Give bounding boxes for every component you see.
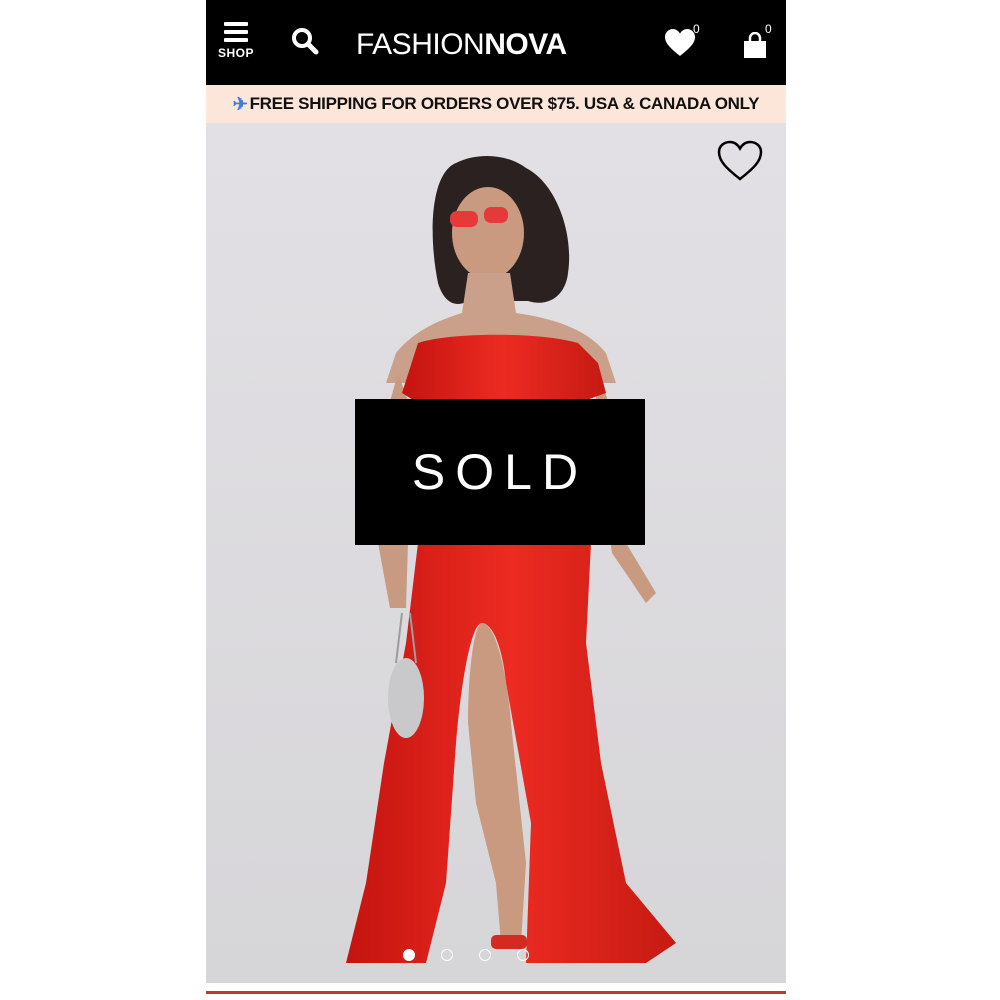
carousel-dot[interactable] xyxy=(479,949,491,961)
airplane-icon: ✈ xyxy=(232,93,248,114)
search-button[interactable] xyxy=(290,26,320,56)
product-image[interactable]: SOLD xyxy=(206,123,786,983)
carousel-dot[interactable] xyxy=(517,949,529,961)
fashion-nova-logo[interactable]: FASHIONNOVA xyxy=(356,27,567,63)
carousel-dot[interactable] xyxy=(441,949,453,961)
hamburger-menu-icon xyxy=(224,22,248,42)
top-navigation-bar: SHOP FASHIONNOVA 0 0 xyxy=(206,0,786,85)
wishlist-button[interactable]: 0 xyxy=(664,22,704,64)
sold-overlay-label: SOLD xyxy=(355,399,645,545)
cart-button[interactable]: 0 xyxy=(741,22,781,64)
logo-text-fashion: FASHION xyxy=(356,28,485,61)
add-to-wishlist-button[interactable] xyxy=(716,139,764,183)
bottom-divider xyxy=(206,991,786,994)
image-carousel-dots xyxy=(206,949,756,961)
shipping-banner-text: FREE SHIPPING FOR ORDERS OVER $75. USA &… xyxy=(249,94,760,113)
cart-count: 0 xyxy=(765,22,772,36)
shop-label: SHOP xyxy=(217,46,254,60)
shop-menu-button[interactable]: SHOP xyxy=(216,18,256,68)
heart-icon xyxy=(665,29,695,56)
shipping-banner[interactable]: ✈ FREE SHIPPING FOR ORDERS OVER $75. USA… xyxy=(206,85,786,123)
carousel-dot[interactable] xyxy=(403,949,415,961)
search-icon xyxy=(292,28,319,55)
wishlist-count: 0 xyxy=(693,22,700,36)
logo-text-nova: NOVA xyxy=(484,28,567,61)
heart-outline-icon xyxy=(717,140,763,181)
shopping-bag-icon xyxy=(744,32,766,58)
mobile-page: SHOP FASHIONNOVA 0 0 ✈ FREE SHIPPING FOR… xyxy=(206,0,786,1000)
product-photo-red-dress-model xyxy=(206,123,786,983)
